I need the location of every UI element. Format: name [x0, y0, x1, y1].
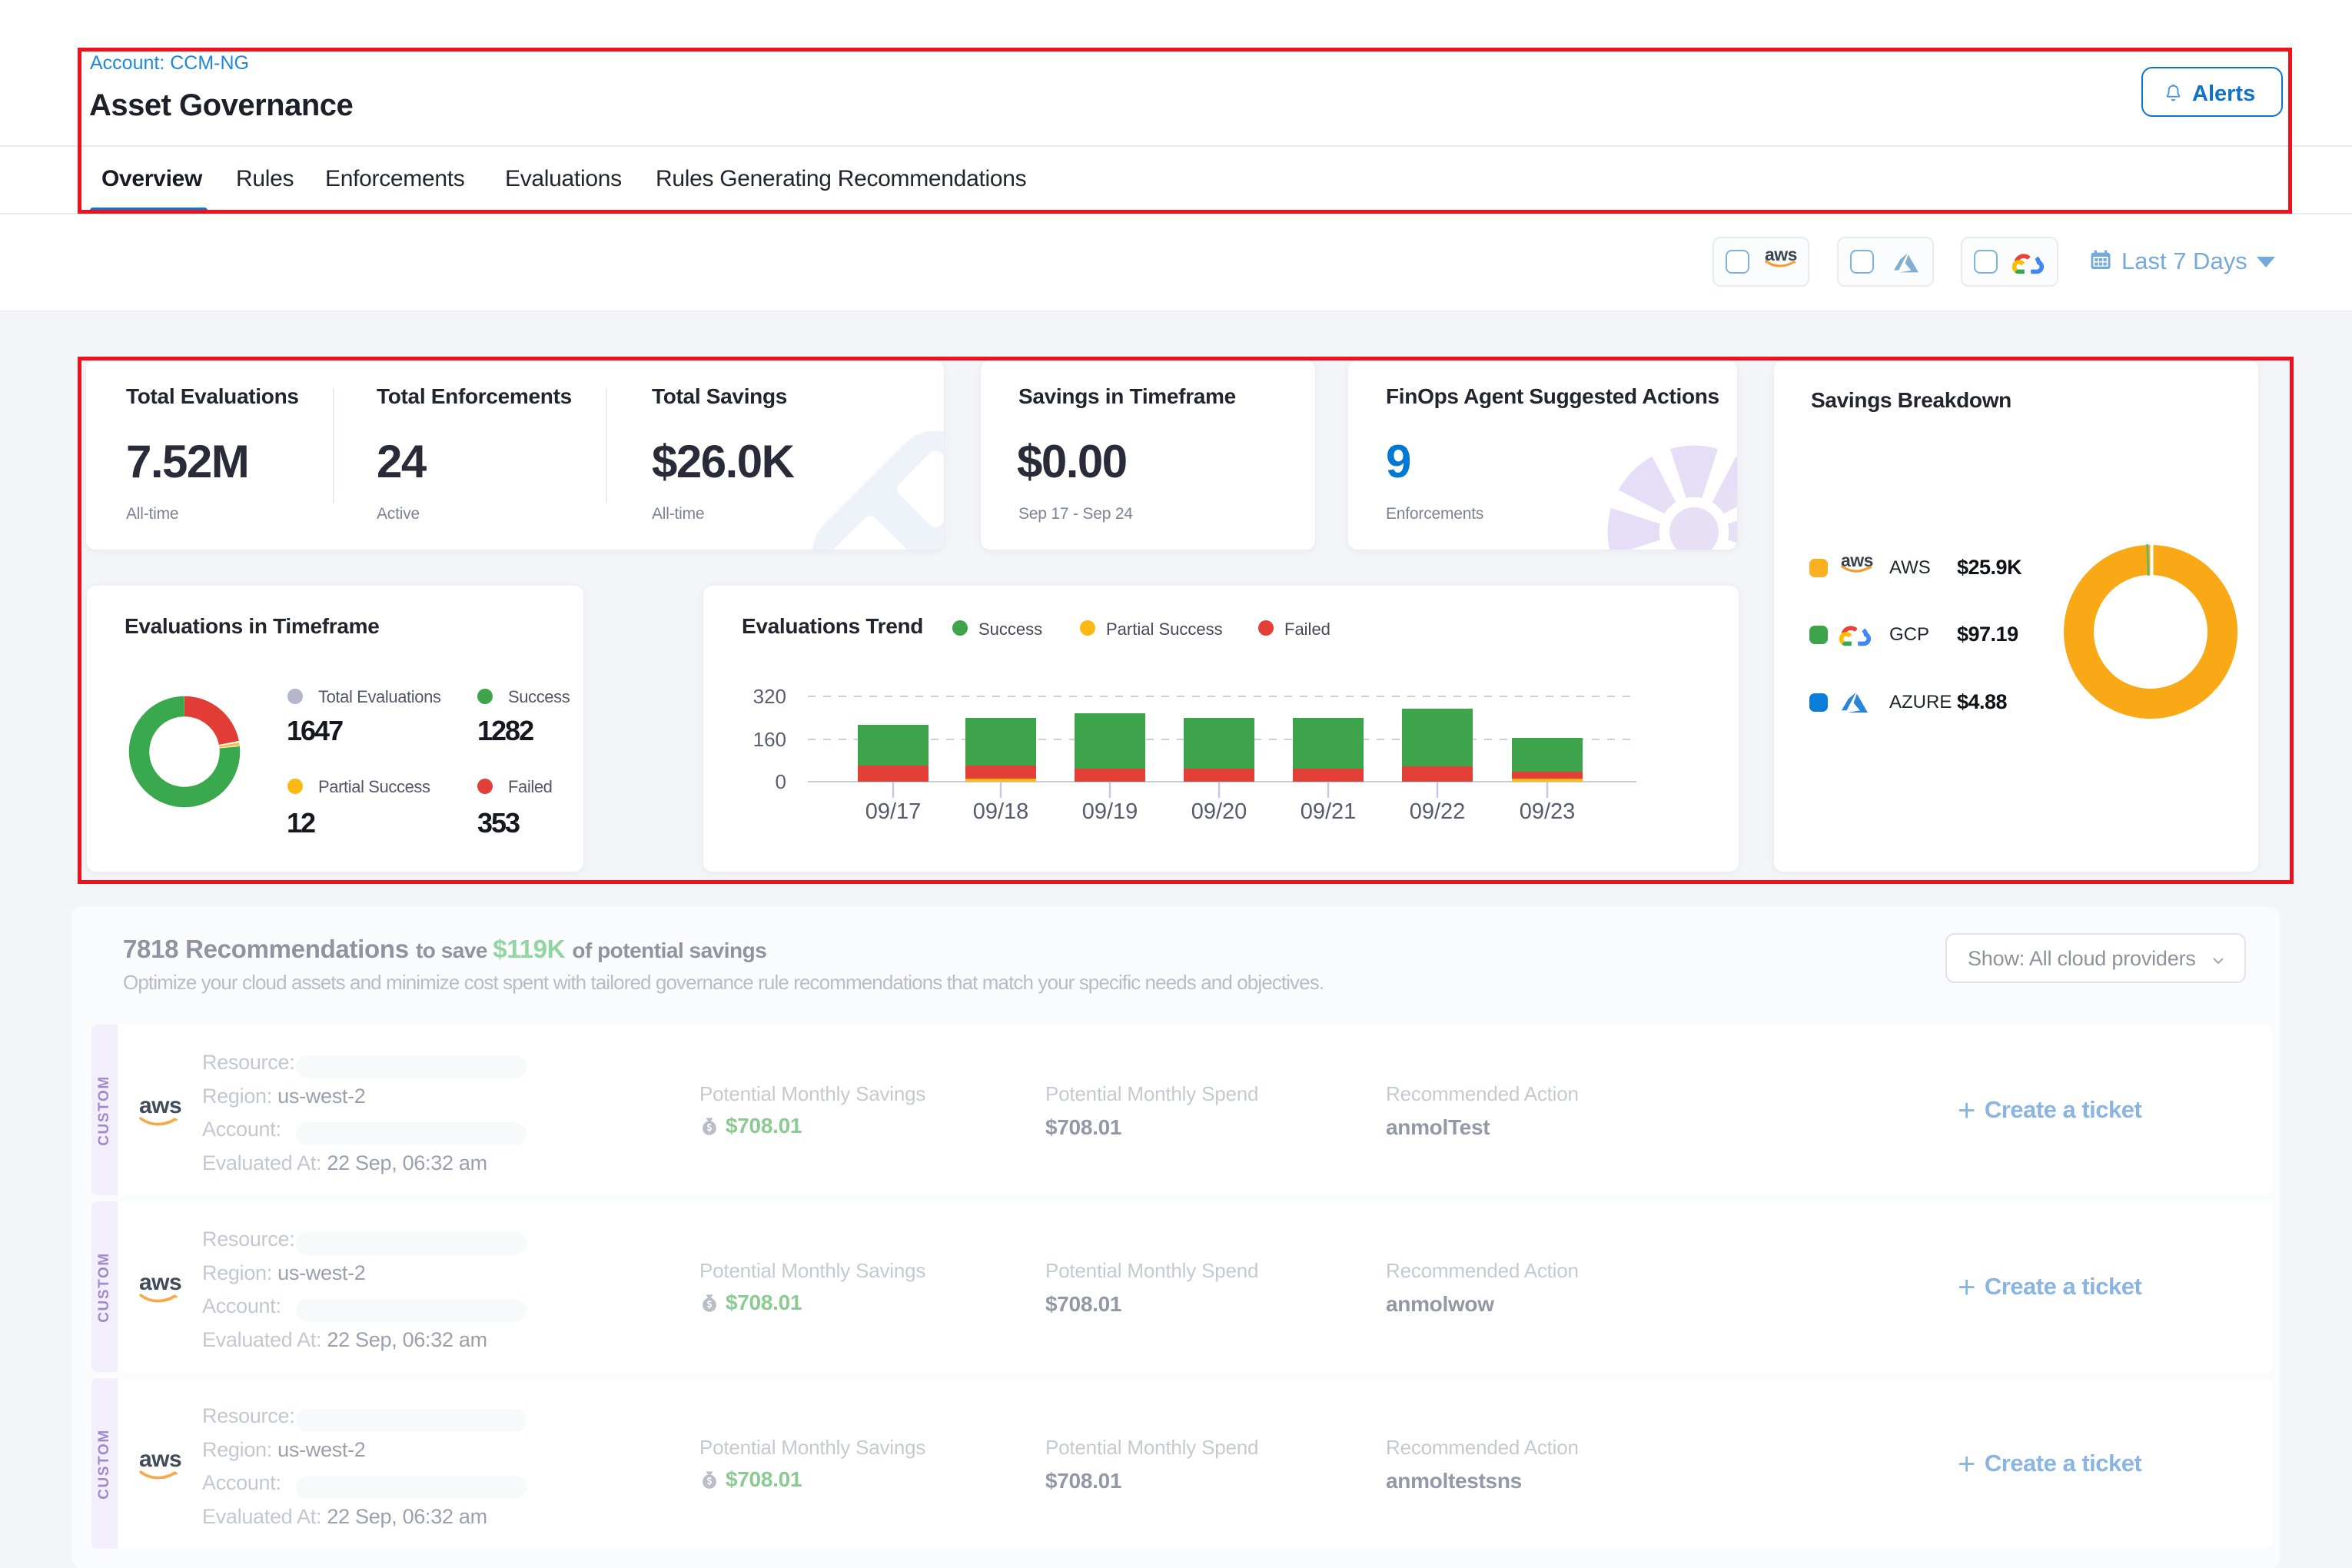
svg-text:09/19: 09/19 [1082, 799, 1138, 824]
svg-text:09/21: 09/21 [1301, 799, 1357, 824]
svg-text:09/22: 09/22 [1410, 799, 1466, 824]
svg-text:09/17: 09/17 [865, 799, 922, 824]
svg-text:0: 0 [776, 770, 786, 793]
svg-text:320: 320 [753, 685, 786, 708]
svg-text:09/20: 09/20 [1191, 799, 1247, 824]
svg-text:09/18: 09/18 [973, 799, 1029, 824]
svg-text:160: 160 [753, 728, 786, 751]
svg-text:09/23: 09/23 [1520, 799, 1576, 824]
